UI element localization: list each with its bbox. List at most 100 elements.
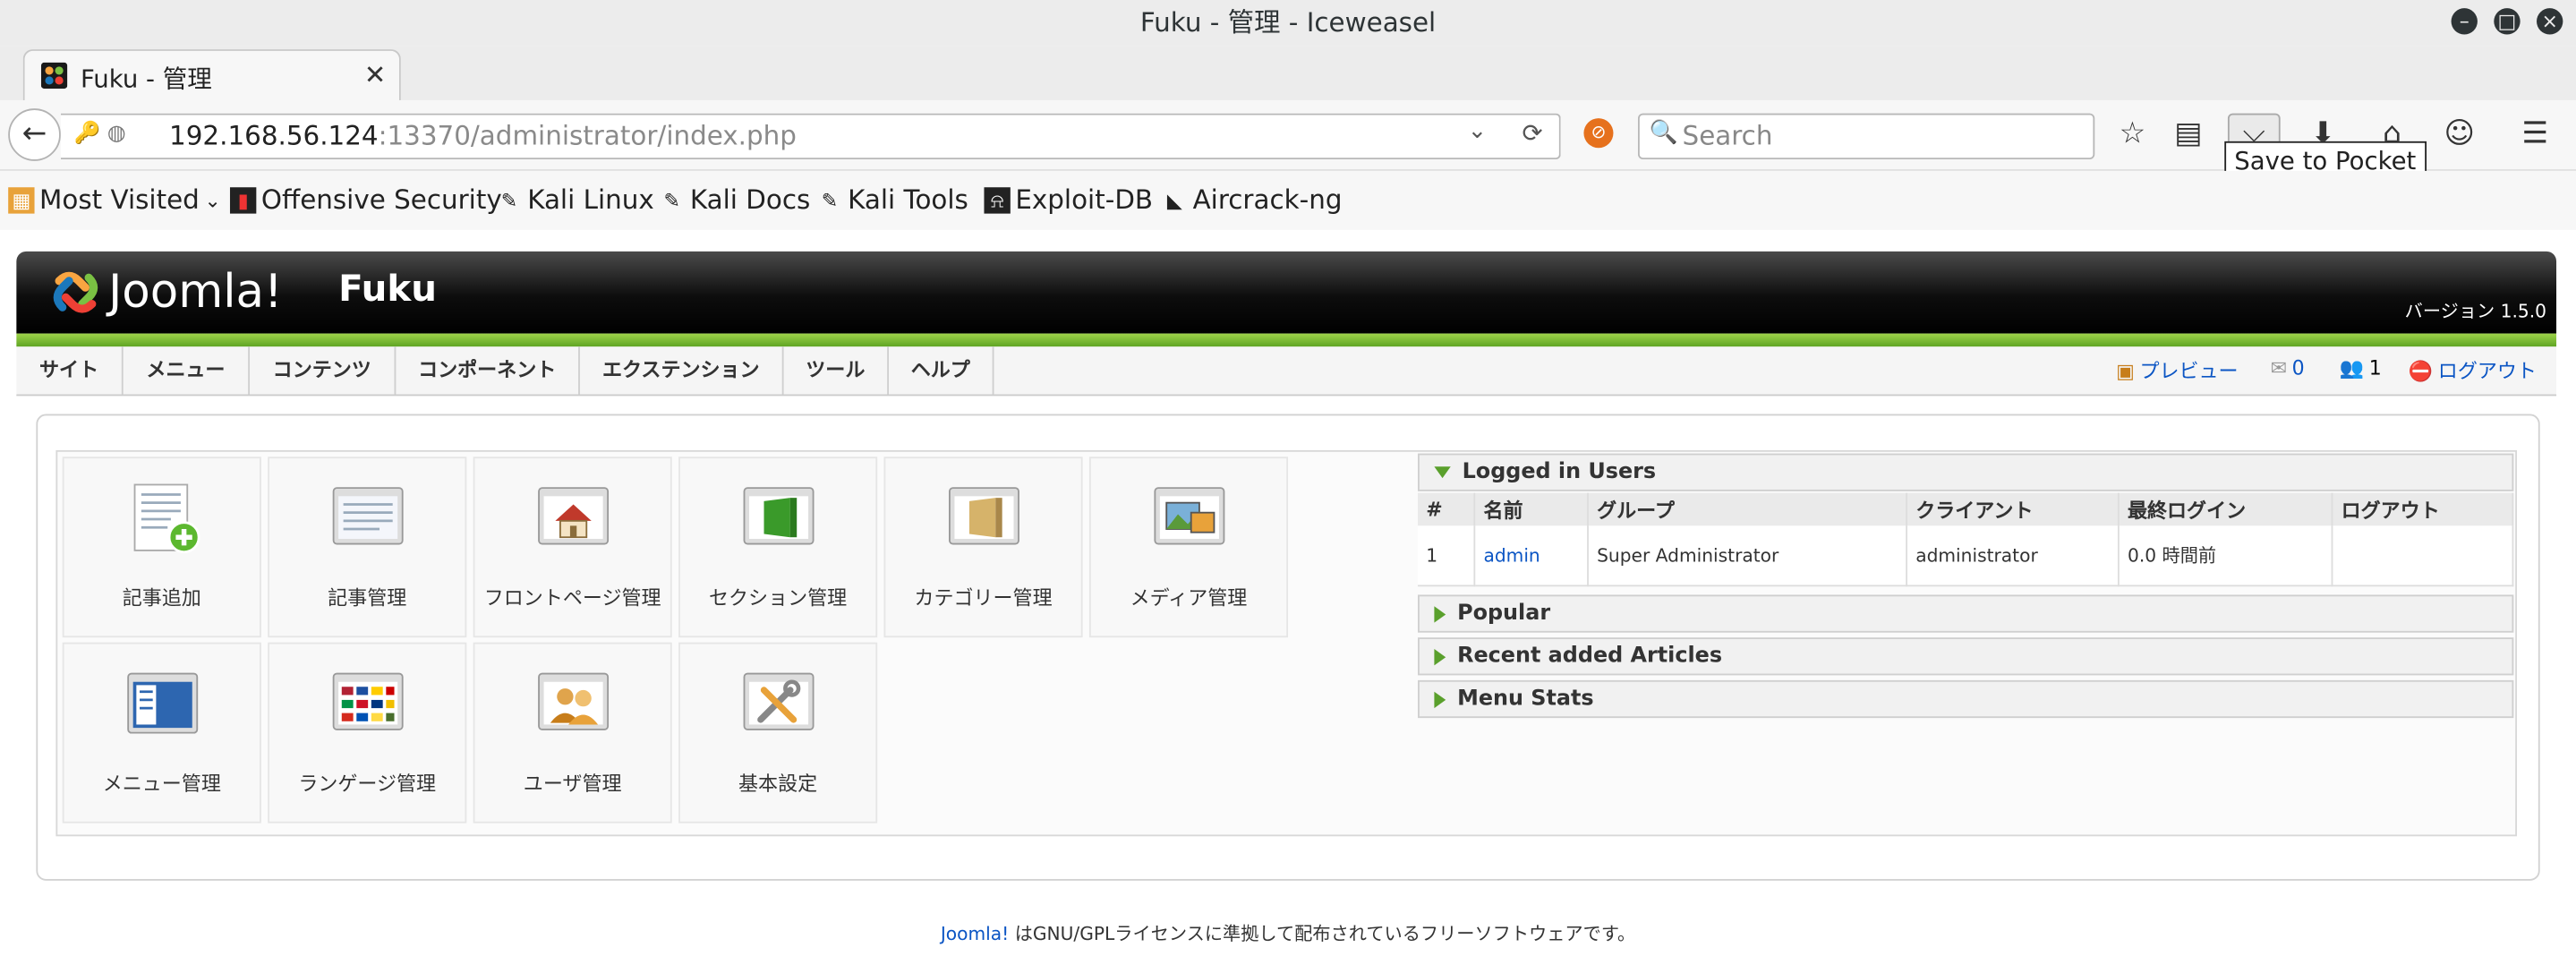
panel-title: Logged in Users — [1462, 459, 1657, 485]
quickicon-global-config[interactable]: 基本設定 — [678, 642, 878, 824]
panel-title: Recent added Articles — [1457, 644, 1723, 670]
bookmark-label: Aircrack-ng — [1192, 184, 1343, 216]
tab-title: Fuku - 管理 — [80, 64, 212, 94]
reload-icon[interactable]: ⟳ — [1522, 118, 1542, 148]
search-icon: 🔍 — [1649, 119, 1678, 147]
menu-tools[interactable]: ツール — [784, 346, 890, 395]
site-identity-icon[interactable]: 🔑 ◍ — [74, 122, 126, 147]
table-header-row: # 名前 グループ クライアント 最終ログイン ログアウト — [1418, 492, 2514, 526]
search-placeholder: Search — [1682, 119, 1773, 151]
bookmark-exploit-db[interactable]: ⍾ Exploit-DB — [984, 184, 1153, 215]
menu-components[interactable]: コンポーネント — [396, 346, 580, 395]
back-button[interactable]: ← — [8, 108, 61, 161]
menu-content[interactable]: コンテンツ — [250, 346, 397, 395]
logout-link[interactable]: ⛔ ログアウト — [2409, 356, 2537, 384]
quickicon-label: ランゲージ管理 — [298, 772, 437, 796]
preview-link[interactable]: ▣ プレビュー — [2116, 356, 2238, 384]
quickicon-label: セクション管理 — [708, 586, 848, 610]
search-bar[interactable]: 🔍 Search — [1637, 113, 2095, 160]
logged-users-table: # 名前 グループ クライアント 最終ログイン ログアウト 1 admin Su… — [1418, 492, 2514, 587]
quickicon-label: メディア管理 — [1130, 586, 1248, 610]
joomla-favicon-icon — [40, 62, 68, 90]
panel-logged-in-users[interactable]: Logged in Users — [1418, 453, 2514, 491]
panel-menu-stats[interactable]: Menu Stats — [1418, 679, 2514, 719]
logout-cell[interactable] — [2332, 525, 2514, 587]
quickicon-category-manager[interactable]: カテゴリー管理 — [883, 457, 1083, 638]
column-header: クライアント — [1906, 492, 2120, 526]
menu-hamburger-icon[interactable]: ☰ — [2517, 116, 2553, 152]
bookmark-label: Kali Docs — [689, 184, 811, 216]
quickicon-user-manager[interactable]: ユーザ管理 — [473, 642, 672, 824]
window-titlebar: Fuku - 管理 - Iceweasel – □ × — [0, 0, 2576, 47]
bookmark-aircrack-ng[interactable]: ◣ Aircrack-ng — [1162, 184, 1343, 216]
admin-menu-bar: サイト メニュー コンテンツ コンポーネント エクステンション ツール ヘルプ … — [16, 346, 2557, 397]
bookmark-star-icon[interactable]: ☆ — [2114, 116, 2150, 152]
panel-popular[interactable]: Popular — [1418, 594, 2514, 633]
quickicon-section-manager[interactable]: セクション管理 — [678, 457, 878, 638]
arrow-down-icon — [1434, 466, 1451, 479]
page-footer: Joomla! はGNU/GPLライセンスに準拠して配布されているフリーソフトウ… — [0, 920, 2576, 946]
bookmark-kali-tools[interactable]: ✎ Kali Tools — [816, 184, 968, 216]
add-article-icon — [133, 483, 200, 554]
reading-list-icon[interactable]: ▤ — [2171, 116, 2206, 152]
header-green-bar — [16, 333, 2557, 347]
url-bar[interactable]: 🔑 ◍ 192.168.56.124:13370/administrator/i… — [60, 113, 1561, 160]
panel-title: Popular — [1457, 601, 1551, 627]
site-name: Fuku — [338, 269, 438, 311]
menu-extensions[interactable]: エクステンション — [580, 346, 784, 395]
messages-count[interactable]: ✉ 0 — [2271, 356, 2305, 380]
menu-help[interactable]: ヘルプ — [889, 346, 994, 395]
tab-bar: Fuku - 管理 ✕ ✚ — [0, 46, 2576, 135]
quickicon-frontpage-manager[interactable]: フロントページ管理 — [473, 457, 672, 638]
joomla-logo-text: Joomla! — [108, 264, 283, 320]
article-manager-icon — [332, 487, 404, 545]
kali-dragon-icon: ✎ — [821, 188, 839, 211]
bookmarks-toolbar: ▦ Most Visited ⌄ ▮ Offensive Security ✎ … — [0, 170, 2576, 230]
tab-fuku[interactable]: Fuku - 管理 ✕ — [22, 49, 401, 102]
chat-icon[interactable]: ☺ — [2442, 116, 2478, 152]
minimize-button[interactable]: – — [2451, 8, 2478, 35]
url-host: 192.168.56.124 — [169, 119, 379, 151]
kali-dragon-icon: ✎ — [500, 188, 518, 211]
user-name-cell: admin — [1474, 525, 1589, 587]
panel-recent-articles[interactable]: Recent added Articles — [1418, 637, 2514, 676]
quickicon-menu-manager[interactable]: メニュー管理 — [62, 642, 261, 824]
bookmark-kali-docs[interactable]: ✎ Kali Docs — [659, 184, 810, 216]
quickicon-media-manager[interactable]: メディア管理 — [1088, 457, 1289, 638]
joomla-footer-link[interactable]: Joomla! — [941, 924, 1009, 945]
frontpage-manager-icon — [538, 487, 610, 545]
quickicon-add-article[interactable]: 記事追加 — [62, 457, 261, 638]
bookmark-offensive-security[interactable]: ▮ Offensive Security — [229, 184, 502, 216]
offensive-security-icon: ▮ — [229, 186, 257, 213]
kali-dragon-icon: ✎ — [663, 188, 680, 211]
url-text[interactable]: 192.168.56.124:13370/administrator/index… — [169, 120, 797, 151]
menu-site[interactable]: サイト — [16, 346, 124, 395]
quickicon-label: 記事管理 — [328, 586, 407, 610]
bookmark-most-visited[interactable]: ▦ Most Visited ⌄ — [8, 184, 221, 215]
column-header: ログアウト — [2332, 492, 2514, 526]
navigation-toolbar: ← 🔑 ◍ 192.168.56.124:13370/administrator… — [0, 99, 2576, 171]
arrow-right-icon — [1434, 690, 1446, 708]
user-name-link[interactable]: admin — [1483, 544, 1540, 566]
row-number: 1 — [1418, 525, 1476, 587]
control-panel: 記事追加 記事管理 フロントページ管理 セクション管理 カテゴリー管理 メディア… — [36, 414, 2540, 881]
url-history-dropdown-icon[interactable]: ⌄ — [1468, 118, 1488, 144]
preview-icon: ▣ — [2116, 359, 2135, 382]
tab-close-icon[interactable]: ✕ — [364, 59, 387, 90]
ublock-icon[interactable]: ⊘ — [1583, 118, 1614, 149]
column-header: # — [1418, 492, 1476, 526]
menu-menus[interactable]: メニュー — [124, 346, 250, 395]
quickicon-language-manager[interactable]: ランゲージ管理 — [268, 642, 467, 824]
window-controls: – □ × — [2451, 8, 2563, 35]
close-window-button[interactable]: × — [2537, 8, 2563, 35]
tools-config-icon — [743, 672, 815, 730]
table-row: 1 admin Super Administrator administrato… — [1418, 525, 2514, 587]
aircrack-icon: ◣ — [1166, 188, 1182, 211]
version-label: バージョン 1.5.0 — [2404, 300, 2547, 322]
maximize-button[interactable]: □ — [2494, 8, 2521, 35]
bookmark-kali-linux[interactable]: ✎ Kali Linux — [496, 184, 654, 216]
envelope-icon: ✉ — [2270, 356, 2288, 380]
quickicon-article-manager[interactable]: 記事管理 — [268, 457, 467, 638]
bookmark-label: Offensive Security — [260, 184, 502, 216]
language-flags-icon — [332, 672, 404, 730]
